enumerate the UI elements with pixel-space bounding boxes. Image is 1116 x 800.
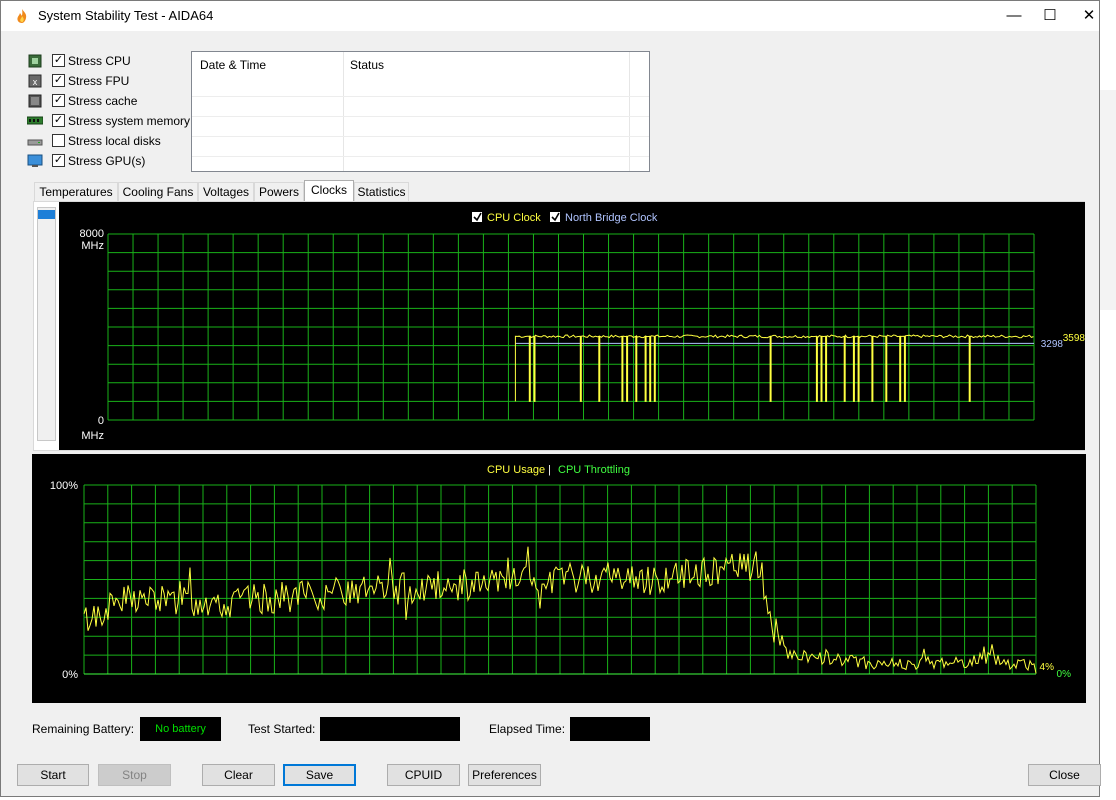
row-divider	[192, 96, 649, 97]
cpu-icon	[28, 54, 42, 68]
clock-y-max-unit: MHz	[81, 240, 104, 252]
clock-chart: CPU Clock North Bridge Clock 8000 MHz 0 …	[59, 202, 1085, 450]
battery-value: No battery	[140, 717, 221, 741]
stress-cache-checkbox[interactable]: ✓	[52, 94, 65, 107]
row-divider	[192, 156, 649, 157]
status-column-header[interactable]: Status	[342, 52, 384, 78]
battery-label: Remaining Battery:	[32, 722, 135, 736]
clock-y-min-unit: MHz	[81, 430, 104, 442]
test-started-value	[320, 717, 460, 741]
memory-icon	[27, 116, 43, 125]
legend-separator: |	[548, 464, 551, 476]
usage-y-max-label: 100%	[50, 480, 78, 492]
clock-chart-legend: CPU Clock North Bridge Clock	[472, 212, 658, 224]
title-bar[interactable]: System Stability Test - AIDA64 — ☐ ✕	[1, 1, 1099, 31]
cpu-usage-current-value: 4%	[1040, 662, 1055, 673]
clock-y-min-label: 0	[98, 415, 104, 427]
clock-y-max-label: 8000	[80, 228, 104, 240]
cpuid-button[interactable]: CPUID	[387, 764, 460, 786]
usage-chart-legend: CPU Usage | CPU Throttling	[487, 464, 630, 476]
cpu-throttling-current-value: 0%	[1057, 669, 1072, 680]
stress-disks-option[interactable]: Stress local disks	[27, 131, 197, 151]
stress-fpu-label: Stress FPU	[68, 74, 130, 88]
tab-clocks[interactable]: Clocks	[304, 180, 354, 202]
elapsed-time-value	[570, 717, 650, 741]
stress-memory-label: Stress system memory	[68, 114, 191, 128]
nb-clock-legend: North Bridge Clock	[565, 212, 658, 224]
column-divider	[343, 52, 344, 171]
disk-icon	[27, 139, 43, 146]
close-button[interactable]: Close	[1028, 764, 1101, 786]
stress-cache-option[interactable]: ✓ Stress cache	[27, 91, 197, 111]
tab-cooling-fans[interactable]: Cooling Fans	[118, 182, 198, 202]
stress-cpu-option[interactable]: ✓ Stress CPU	[27, 51, 197, 71]
window-title: System Stability Test - AIDA64	[38, 8, 214, 23]
tab-temperatures[interactable]: Temperatures	[34, 182, 118, 202]
status-log-list[interactable]: Date & Time Status	[191, 51, 650, 172]
column-divider	[629, 52, 630, 171]
close-window-button[interactable]: ✕	[1066, 1, 1112, 31]
clear-button[interactable]: Clear	[202, 764, 275, 786]
cpu-usage-legend: CPU Usage	[487, 464, 545, 476]
row-divider	[192, 116, 649, 117]
selected-clock-source[interactable]	[38, 210, 55, 219]
flame-icon	[17, 9, 27, 23]
cpu-usage-chart: CPU Usage | CPU Throttling 100% 0% 4% 0%	[32, 454, 1086, 703]
tab-voltages[interactable]: Voltages	[198, 182, 254, 202]
clock-source-list[interactable]	[37, 207, 56, 441]
minimize-icon: —	[1006, 7, 1022, 24]
aida64-window: System Stability Test - AIDA64 — ☐ ✕ ✓ S…	[0, 0, 1101, 797]
clock-chart-grid	[107, 233, 1035, 421]
tab-statistics[interactable]: Statistics	[354, 182, 409, 202]
cpu-throttling-legend: CPU Throttling	[558, 464, 630, 476]
nb-clock-current-value: 3298	[1041, 339, 1064, 350]
stress-fpu-checkbox[interactable]: ✓	[52, 74, 65, 87]
cpu-clock-series	[514, 334, 1034, 402]
stress-memory-option[interactable]: ✓ Stress system memory	[27, 111, 197, 131]
svg-text:x: x	[33, 77, 38, 87]
stress-memory-checkbox[interactable]: ✓	[52, 114, 65, 127]
fpu-icon: x	[28, 74, 42, 88]
usage-chart-grid	[83, 484, 1037, 675]
stress-fpu-option[interactable]: x ✓ Stress FPU	[27, 71, 197, 91]
stress-cpu-label: Stress CPU	[68, 54, 131, 68]
stress-gpu-option[interactable]: ✓ Stress GPU(s)	[27, 151, 197, 171]
stress-cpu-checkbox[interactable]: ✓	[52, 54, 65, 67]
row-divider	[192, 136, 649, 137]
gpu-icon	[27, 154, 43, 167]
tab-powers[interactable]: Powers	[254, 182, 304, 202]
background-window-strip	[1100, 90, 1116, 310]
maximize-icon: ☐	[1043, 7, 1057, 24]
start-button[interactable]: Start	[17, 764, 89, 786]
save-button[interactable]: Save	[283, 764, 356, 786]
stress-disks-checkbox[interactable]	[52, 134, 65, 147]
usage-y-min-label: 0%	[62, 669, 78, 681]
elapsed-time-label: Elapsed Time:	[489, 722, 566, 736]
datetime-column-header[interactable]: Date & Time	[192, 52, 266, 78]
stress-gpu-label: Stress GPU(s)	[68, 154, 146, 168]
close-icon: ✕	[1082, 7, 1096, 24]
stress-disks-label: Stress local disks	[68, 134, 161, 148]
stress-cache-label: Stress cache	[68, 94, 138, 108]
cache-icon	[28, 94, 42, 108]
cpu-clock-legend: CPU Clock	[487, 212, 541, 224]
test-started-label: Test Started:	[248, 722, 316, 736]
cpu-clock-current-value: 3598	[1063, 333, 1085, 344]
stress-gpu-checkbox[interactable]: ✓	[52, 154, 65, 167]
stop-button[interactable]: Stop	[98, 764, 171, 786]
preferences-button[interactable]: Preferences	[468, 764, 541, 786]
